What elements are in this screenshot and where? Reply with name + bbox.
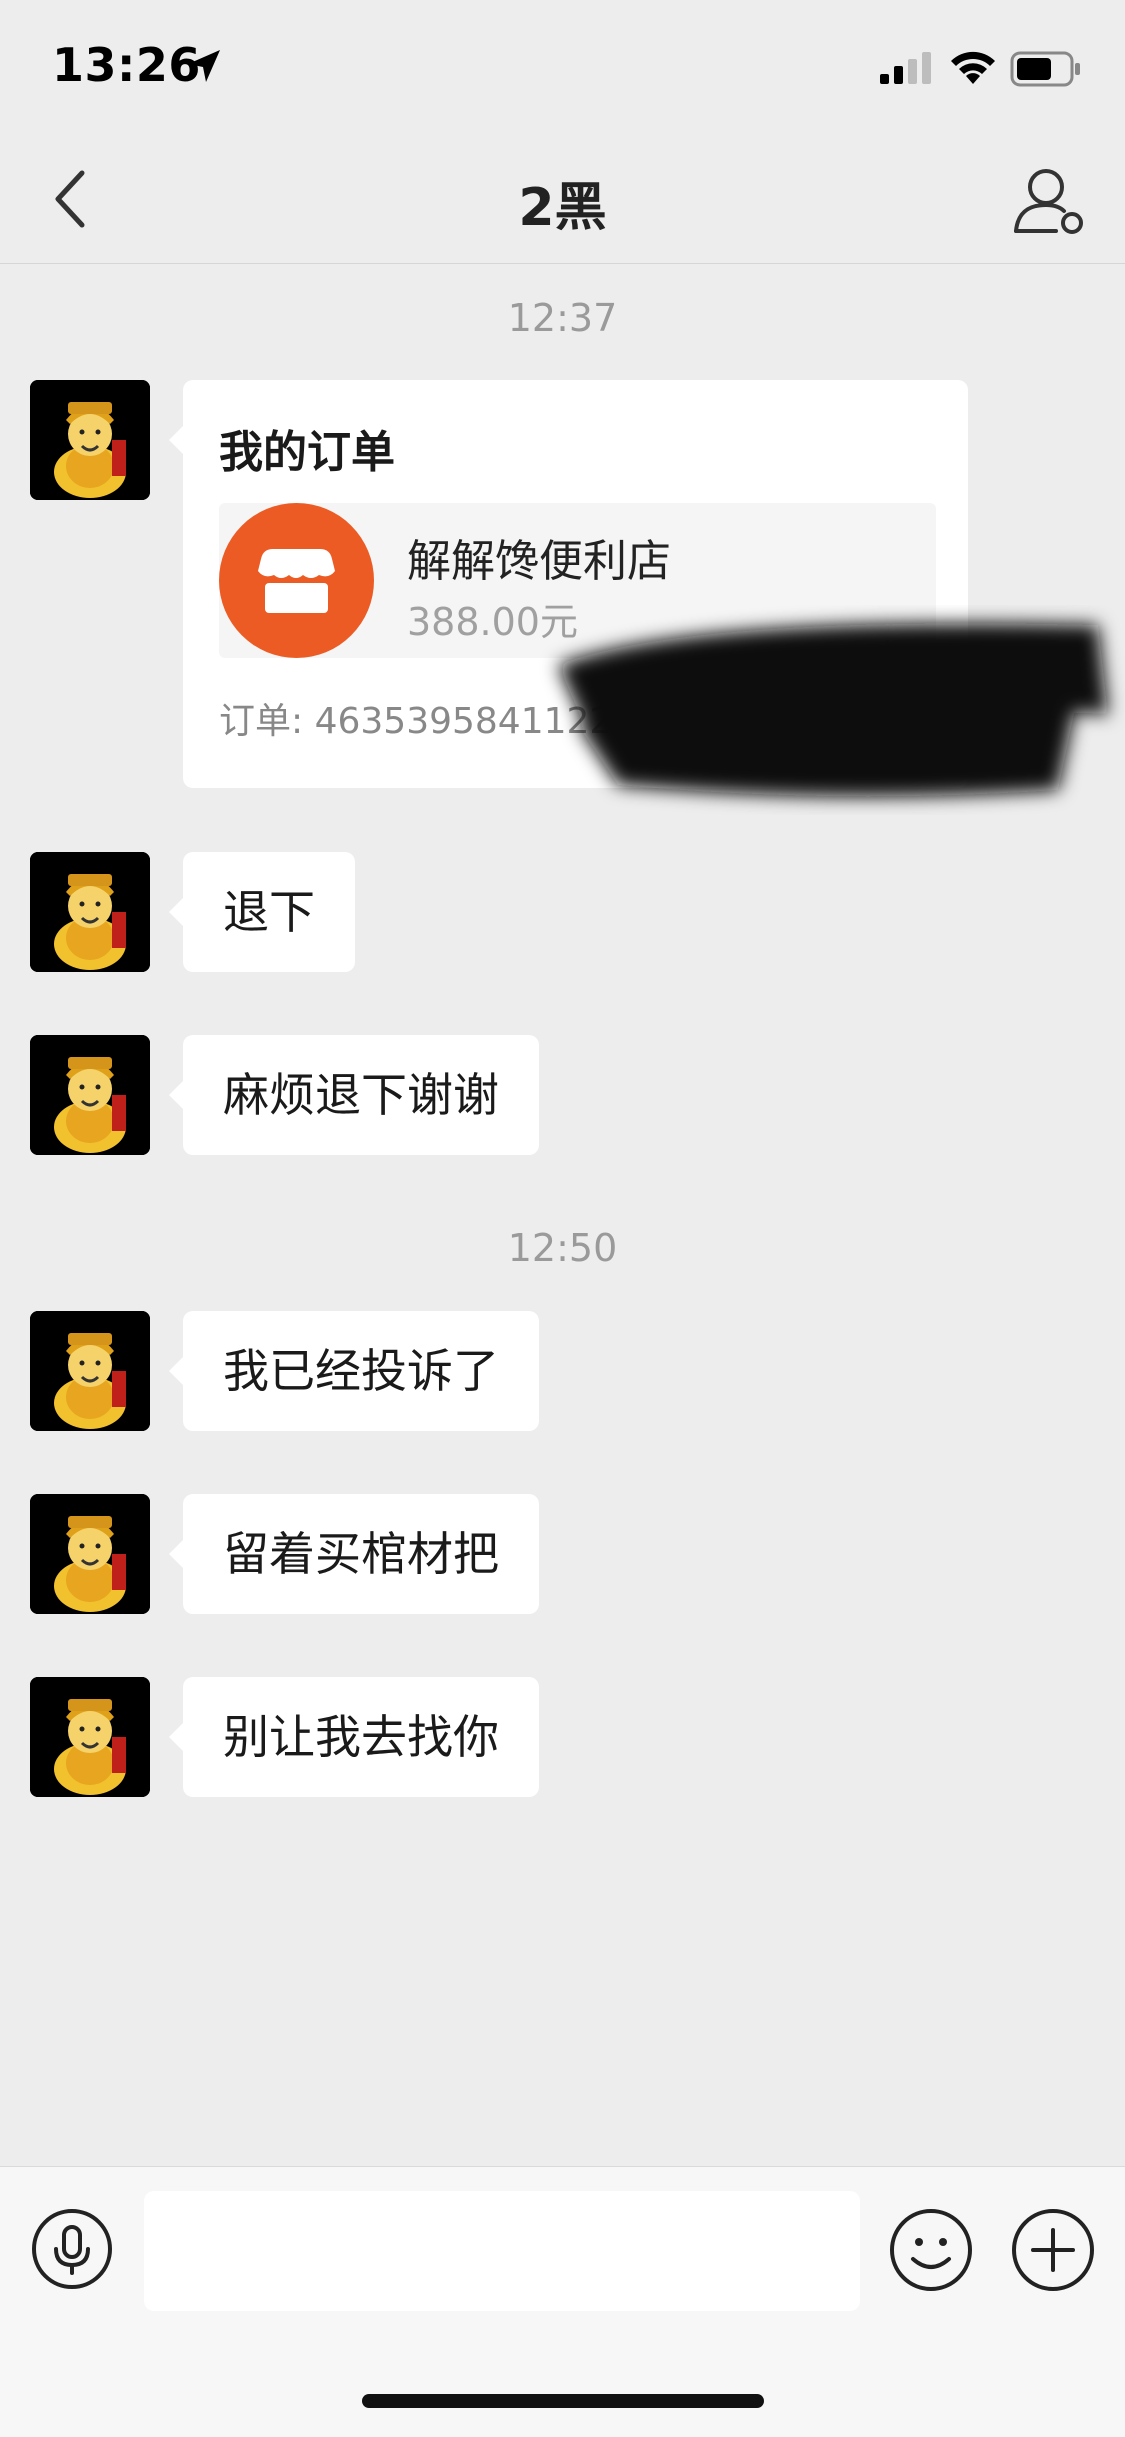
location-arrow-icon xyxy=(188,50,220,82)
cellular-signal-icon xyxy=(880,52,931,84)
avatar-image xyxy=(30,1677,150,1797)
profile-settings-button[interactable] xyxy=(1010,161,1090,237)
message-input[interactable] xyxy=(144,2191,860,2311)
avatar-image xyxy=(30,1494,150,1614)
status-bar: 13:26 xyxy=(0,0,1125,135)
plus-button[interactable] xyxy=(1010,2207,1096,2293)
message-bubble[interactable]: 别让我去找你 xyxy=(169,1677,539,1797)
avatar-image xyxy=(30,852,150,972)
timestamp: 12:50 xyxy=(507,1226,618,1270)
home-indicator[interactable] xyxy=(362,2394,764,2408)
avatar[interactable] xyxy=(30,1035,150,1155)
store-icon xyxy=(219,503,374,658)
redaction-scribble xyxy=(558,623,1108,797)
timestamp: 12:37 xyxy=(507,296,618,340)
chat-title: 2黑 xyxy=(518,178,607,238)
message-bubble[interactable]: 退下 xyxy=(169,852,355,972)
avatar[interactable] xyxy=(30,1677,150,1797)
voice-input-button[interactable] xyxy=(30,2207,114,2291)
avatar-image xyxy=(30,1311,150,1431)
avatar[interactable] xyxy=(30,1494,150,1614)
message-bubble[interactable]: 留着买棺材把 xyxy=(169,1494,539,1614)
message-bubble[interactable]: 麻烦退下谢谢 xyxy=(169,1035,539,1155)
emoji-button[interactable] xyxy=(888,2207,974,2293)
avatar-image xyxy=(30,1035,150,1155)
chat-header: 2黑 xyxy=(0,135,1125,264)
avatar[interactable] xyxy=(30,852,150,972)
avatar[interactable] xyxy=(30,380,150,500)
store-name: 解解馋便利店 xyxy=(407,536,671,587)
order-card[interactable]: 我的订单 解解馋便利店 388.00元 订单: 4635395841122524… xyxy=(169,380,1108,797)
wifi-icon xyxy=(951,51,995,84)
avatar[interactable] xyxy=(30,1311,150,1431)
status-time: 13:26 xyxy=(52,38,201,92)
message-bubble[interactable]: 我已经投诉了 xyxy=(169,1311,539,1431)
order-card-title: 我的订单 xyxy=(219,427,395,478)
avatar-image xyxy=(30,380,150,500)
battery-icon xyxy=(1010,51,1080,87)
